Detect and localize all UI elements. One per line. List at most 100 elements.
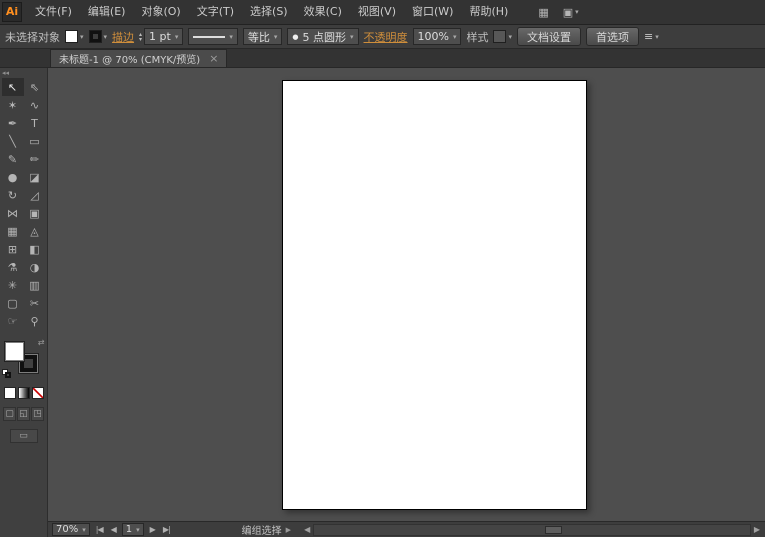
scrollbar-track[interactable] (313, 524, 751, 536)
rotate-tool[interactable]: ↻ (2, 186, 24, 204)
rectangle-tool-icon: ▭ (29, 135, 39, 148)
draw-normal-icon[interactable]: ▢ (3, 407, 16, 421)
status-popup-icon[interactable]: ▶ (286, 526, 291, 534)
paintbrush-tool[interactable]: ✎ (2, 150, 24, 168)
menu-object[interactable]: 对象(O) (133, 0, 188, 24)
menu-view[interactable]: 视图(V) (350, 0, 404, 24)
selection-tool[interactable]: ↖ (2, 78, 24, 96)
scrollbar-handle[interactable] (545, 526, 562, 534)
status-display[interactable]: 编组选择 ▶ (242, 522, 291, 537)
fill-color-swatch[interactable] (65, 30, 78, 43)
gradient-button[interactable] (18, 387, 30, 399)
magic-wand-tool-icon: ✶ (8, 99, 17, 112)
perspective-grid-tool[interactable]: ◬ (24, 222, 46, 240)
fill-indicator[interactable] (5, 342, 24, 361)
close-tab-icon[interactable]: × (209, 52, 218, 65)
style-swatch[interactable] (493, 30, 506, 43)
menu-file[interactable]: 文件(F) (27, 0, 80, 24)
selection-status-label: 未选择对象 (5, 29, 60, 45)
draw-inside-icon[interactable]: ◳ (31, 407, 44, 421)
variable-width-profile-select[interactable]: ▾ (188, 28, 238, 45)
magic-wand-tool[interactable]: ✶ (2, 96, 24, 114)
blob-brush-tool-icon: ● (8, 171, 18, 184)
workspace: ◂◂ ↖⇖ ✶ ∿✒T╲ ▭ ✎✏ ● ◪↻◿⋈▣▦◬ ⊞ ◧⚗◑ ✳ ▥ ▢ ✂☞⚲ ⇄ ▢ ◱ ◳ (0, 68, 765, 537)
fill-color-control[interactable]: ▾ (65, 30, 84, 43)
gradient-tool[interactable]: ◧ (24, 240, 46, 258)
menu-edit[interactable]: 编辑(E) (80, 0, 134, 24)
first-artboard-button[interactable]: |◀ (94, 525, 105, 534)
menu-select[interactable]: 选择(S) (242, 0, 296, 24)
menu-type[interactable]: 文字(T) (189, 0, 242, 24)
next-artboard-button[interactable]: ▶ (148, 525, 157, 534)
zoom-level-value: 70% (56, 524, 78, 535)
stroke-weight-stepper[interactable]: ▴ ▾ (139, 32, 142, 42)
shape-builder-tool[interactable]: ▦ (2, 222, 24, 240)
opacity-input[interactable]: 100% ▾ (413, 28, 462, 45)
pencil-tool[interactable]: ✏ (24, 150, 46, 168)
none-button[interactable] (32, 387, 44, 399)
symbol-sprayer-tool-icon: ✳ (8, 279, 17, 292)
control-panel-menu-button[interactable]: ≡ ▾ (644, 30, 659, 43)
blend-tool[interactable]: ◑ (24, 258, 46, 276)
stroke-color-control[interactable]: ▾ (89, 30, 108, 43)
lasso-tool[interactable]: ∿ (24, 96, 46, 114)
default-fill-stroke-icon[interactable] (2, 369, 13, 380)
hand-tool[interactable]: ☞ (2, 312, 24, 330)
line-segment-tool[interactable]: ╲ (2, 132, 24, 150)
opacity-panel-link[interactable]: 不透明度 (364, 29, 408, 45)
zoom-tool[interactable]: ⚲ (24, 312, 46, 330)
collapse-panel-icon[interactable]: ◂◂ (0, 68, 11, 78)
stroke-weight-input[interactable]: 1 pt ▾ (144, 28, 183, 45)
preferences-button[interactable]: 首选项 (586, 27, 639, 46)
bridge-icon[interactable]: ▦ (538, 6, 548, 19)
pen-tool[interactable]: ✒ (2, 114, 24, 132)
draw-behind-icon[interactable]: ◱ (17, 407, 30, 421)
horizontal-scrollbar[interactable]: ◀ ▶ (301, 524, 763, 536)
color-button[interactable] (4, 387, 16, 399)
screen-mode-icon[interactable]: ▭ (10, 429, 38, 443)
artboard[interactable] (282, 80, 587, 510)
arrange-documents-button[interactable]: ▣ ▾ (563, 6, 579, 19)
free-transform-tool[interactable]: ▣ (24, 204, 46, 222)
mesh-tool[interactable]: ⊞ (2, 240, 24, 258)
eyedropper-tool[interactable]: ⚗ (2, 258, 24, 276)
menu-help[interactable]: 帮助(H) (461, 0, 516, 24)
width-profile-uniform-select[interactable]: 等比 ▾ (243, 28, 283, 45)
zoom-level-select[interactable]: 70% ▾ (52, 523, 90, 536)
last-artboard-button[interactable]: ▶| (161, 525, 172, 534)
spin-down-icon[interactable]: ▾ (139, 37, 142, 42)
swap-fill-stroke-icon[interactable]: ⇄ (38, 338, 45, 347)
artboard-tool-icon: ▢ (7, 297, 17, 310)
style-label: 样式 (466, 29, 488, 45)
stroke-panel-link[interactable]: 描边 (112, 29, 134, 45)
canvas[interactable] (48, 68, 765, 521)
artboard-tool[interactable]: ▢ (2, 294, 24, 312)
menu-window[interactable]: 窗口(W) (404, 0, 461, 24)
symbol-sprayer-tool[interactable]: ✳ (2, 276, 24, 294)
mesh-tool-icon: ⊞ (8, 243, 17, 256)
document-setup-button[interactable]: 文档设置 (517, 27, 581, 46)
stroke-color-swatch[interactable] (89, 30, 102, 43)
stroke-weight-value: 1 pt (149, 30, 171, 43)
direct-selection-tool[interactable]: ⇖ (24, 78, 46, 96)
chevron-down-icon: ▾ (508, 33, 512, 41)
rectangle-tool[interactable]: ▭ (24, 132, 46, 150)
scale-tool[interactable]: ◿ (24, 186, 46, 204)
blob-brush-tool[interactable]: ● (2, 168, 24, 186)
eraser-tool[interactable]: ◪ (24, 168, 46, 186)
previous-artboard-button[interactable]: ◀ (109, 525, 118, 534)
brush-definition-select[interactable]: ● 5 点圆形 ▾ (287, 28, 358, 45)
column-graph-tool[interactable]: ▥ (24, 276, 46, 294)
artboard-number-select[interactable]: 1 ▾ (122, 523, 144, 536)
document-tab[interactable]: 未标题-1 @ 70% (CMYK/预览) × (50, 49, 227, 67)
width-tool[interactable]: ⋈ (2, 204, 24, 222)
scroll-left-icon[interactable]: ◀ (301, 525, 313, 534)
opacity-value: 100% (418, 30, 449, 43)
scroll-right-icon[interactable]: ▶ (751, 525, 763, 534)
type-tool[interactable]: T (24, 114, 46, 132)
slice-tool[interactable]: ✂ (24, 294, 46, 312)
illustrator-window: Ai 文件(F) 编辑(E) 对象(O) 文字(T) 选择(S) 效果(C) 视… (0, 0, 765, 537)
chevron-down-icon: ▾ (104, 33, 108, 41)
style-select[interactable]: ▾ (493, 30, 512, 43)
menu-effect[interactable]: 效果(C) (296, 0, 350, 24)
